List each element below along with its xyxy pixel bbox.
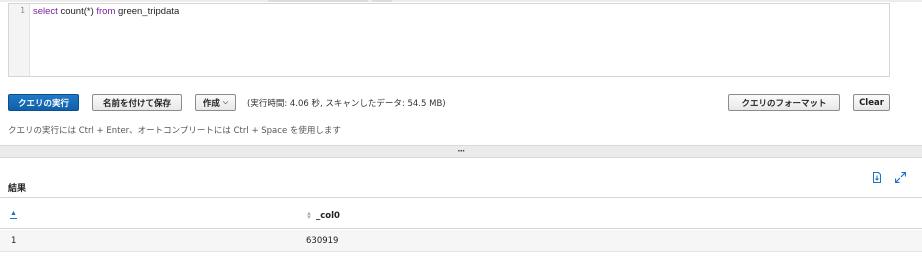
results-divider [0,197,922,198]
sql-table: green_tripdata [115,6,180,17]
results-title: 結果 [8,184,27,194]
table-header: ▲ ▲ ▼ _col0 [0,207,922,229]
run-query-button[interactable]: クエリの実行 [8,94,79,111]
panel-splitter[interactable]: ··· [0,145,922,158]
expand-icon[interactable] [894,171,907,184]
table-row: 1 630919 [0,230,922,252]
execution-info: (実行時間: 4.06 秒, スキャンしたデータ: 54.5 MB) [247,99,446,109]
sort-ascending-icon[interactable]: ▲ [10,210,17,219]
line-number: 1 [20,6,25,15]
expand-icon-graphic [894,171,907,184]
top-tab-marker [268,0,368,2]
column-header-label: _col0 [315,211,340,221]
sort-icon: ▲ ▼ [306,211,312,221]
chevron-down-icon: ⌵ [222,98,229,106]
create-label: 作成 [202,98,220,109]
drag-handle-icon[interactable]: ··· [458,146,466,156]
download-file-icon[interactable] [871,172,882,183]
keyboard-hint: クエリの実行には Ctrl + Enter、オートコンプリートには Ctrl +… [8,126,341,136]
top-tab-marker [372,0,392,2]
create-dropdown[interactable]: 作成 ⌵ [195,94,236,111]
row-index-cell: 1 [11,236,17,246]
top-strip [0,0,922,2]
clear-button[interactable]: Clear [853,94,890,111]
col0-cell: 630919 [306,236,339,246]
sql-keyword: select [33,6,58,17]
save-as-button[interactable]: 名前を付けて保存 [92,94,182,111]
column-header-col0[interactable]: ▲ ▼ _col0 [306,211,340,221]
format-query-button[interactable]: クエリのフォーマット [728,94,840,111]
editor-gutter: 1 [9,4,30,76]
sql-keyword: from [96,6,116,17]
download-file-icon-graphic [872,172,881,183]
sql-function: count(*) [57,6,97,17]
query-editor[interactable]: 1 select count(*) from green_tripdata [8,3,890,77]
query-text[interactable]: select count(*) from green_tripdata [33,6,179,17]
